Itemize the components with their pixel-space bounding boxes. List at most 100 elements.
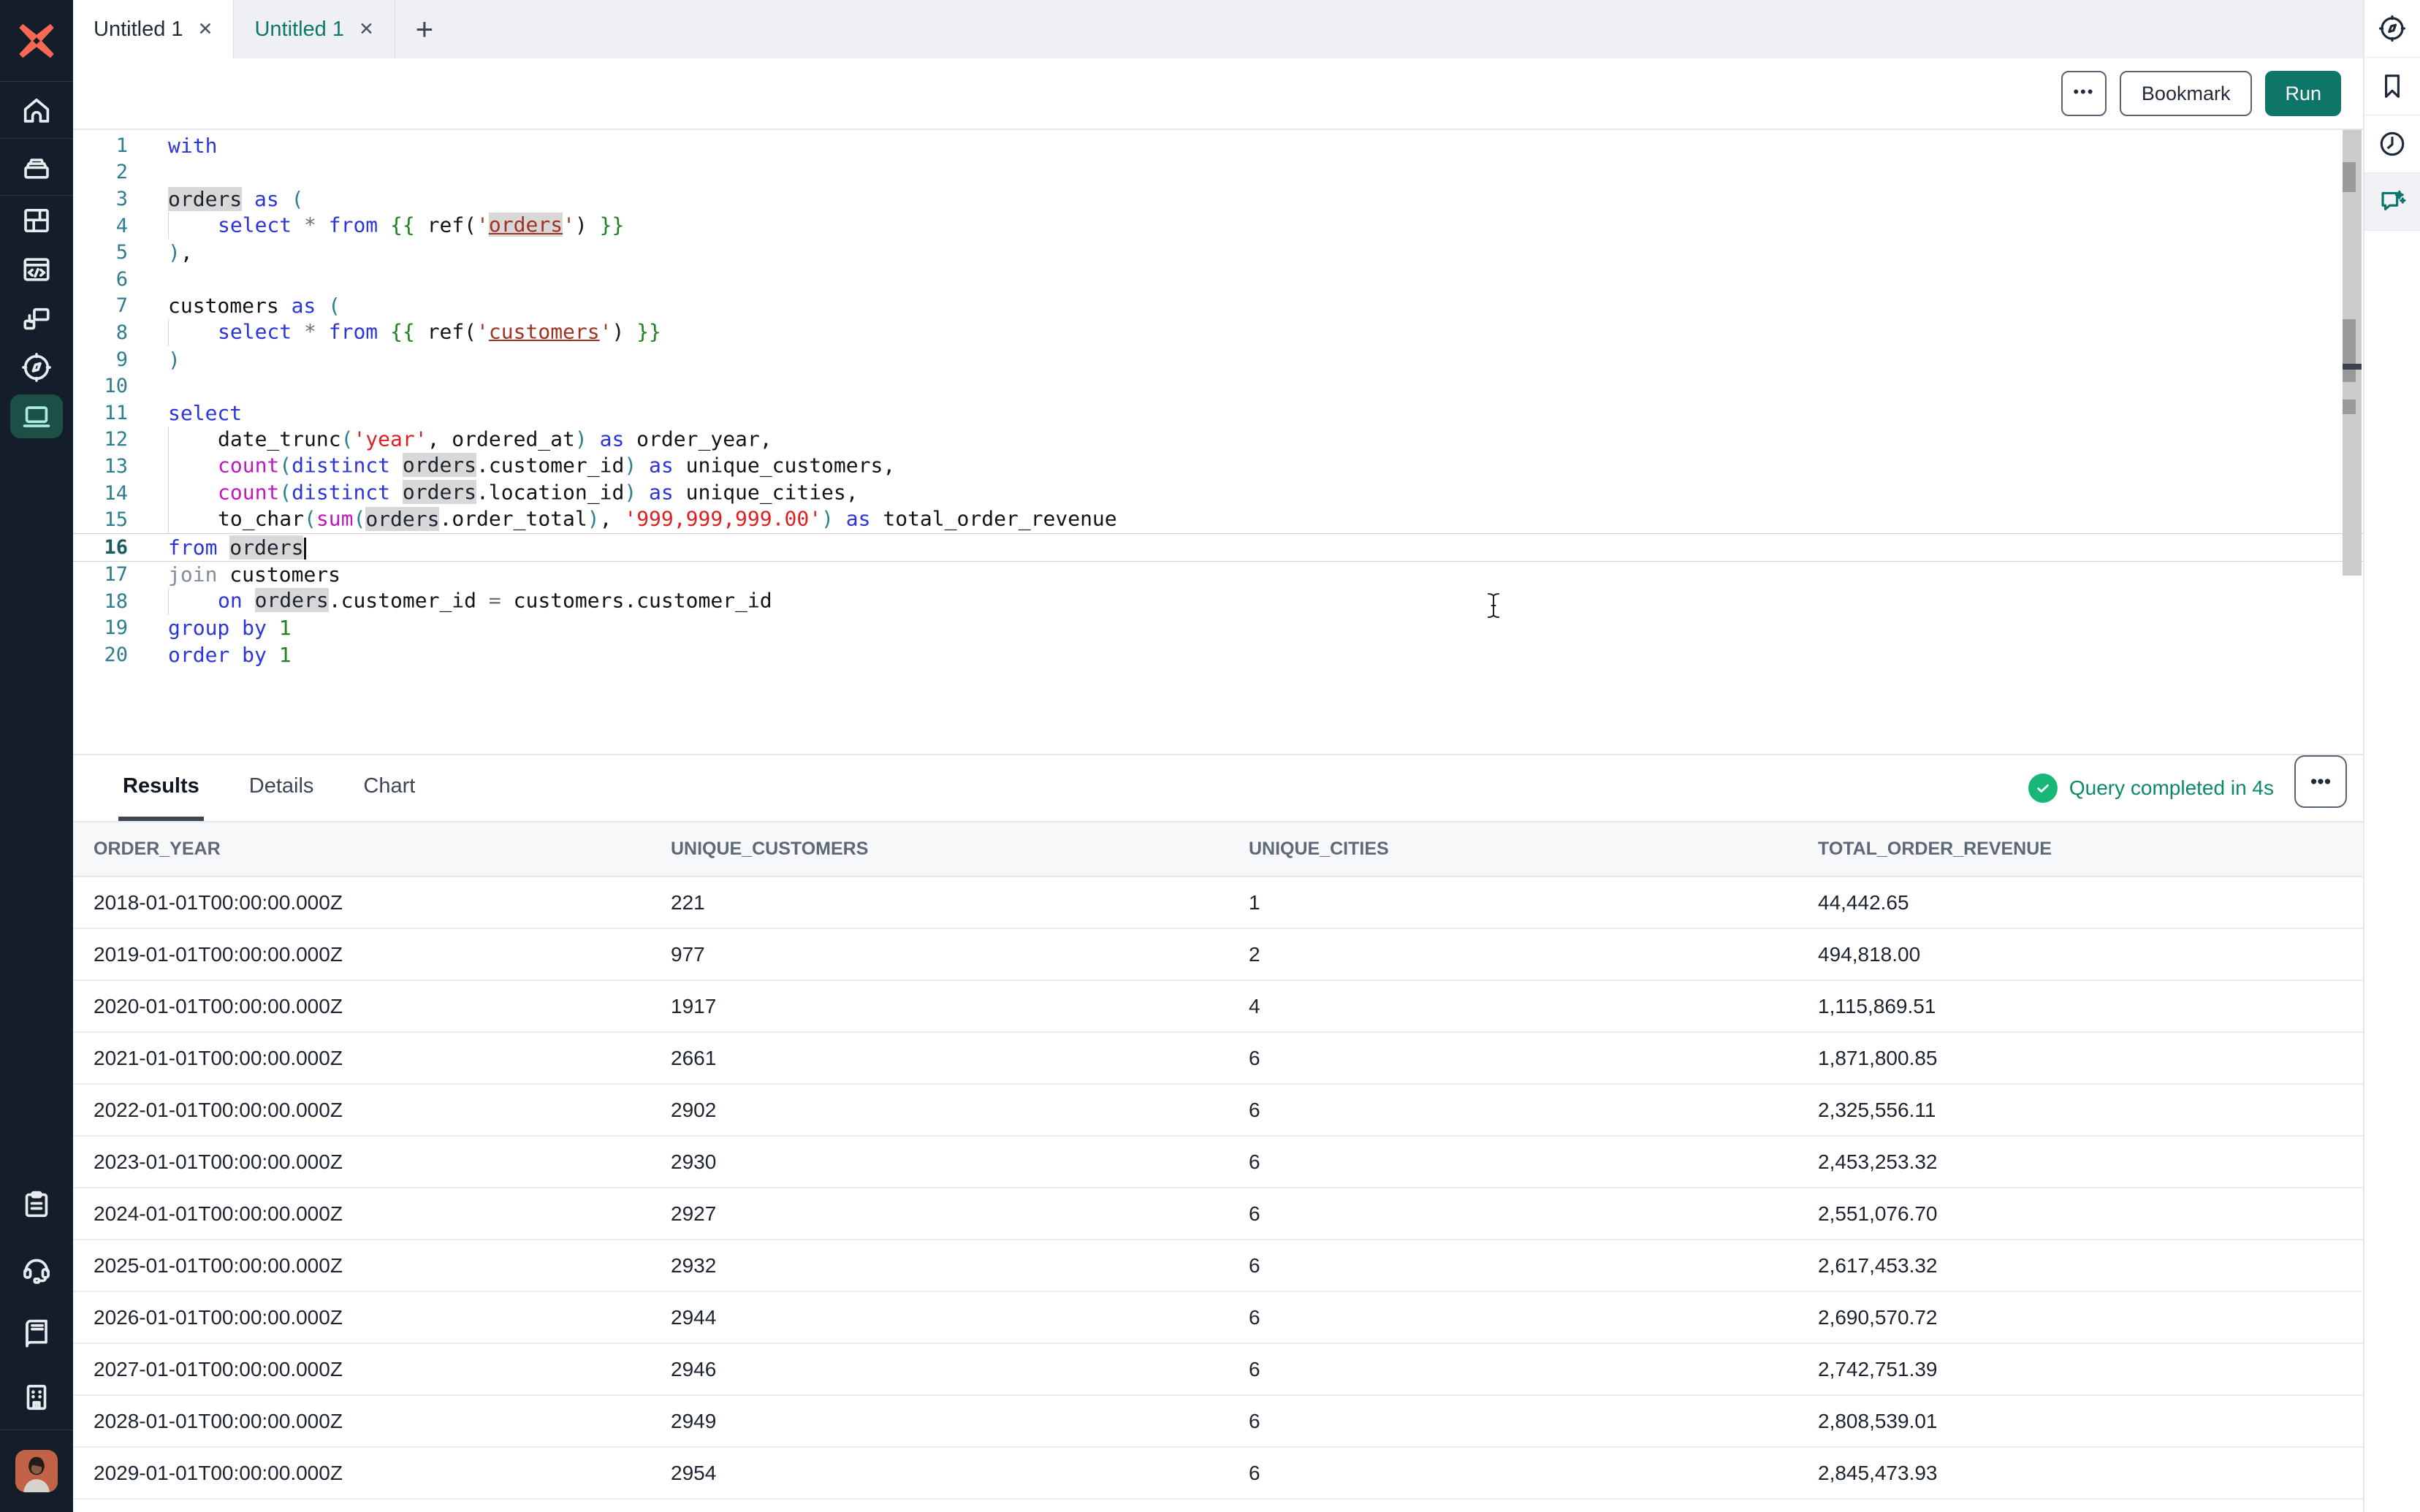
token-kw: distinct [292,480,390,504]
line-number: 17 [73,563,168,586]
sidebar-item-home[interactable] [0,82,73,138]
sidebar-item-code-editor[interactable] [0,245,73,294]
code-line-17[interactable]: 17join customers [73,562,2363,589]
paradime-logo-icon[interactable] [0,0,73,81]
right-sidebar-item-bookmarks[interactable] [2364,58,2420,115]
table-row[interactable]: 2026-01-01T00:00:00.000Z294462,690,570.7… [73,1292,2363,1344]
editor-scrollbar[interactable] [2343,130,2362,576]
column-header[interactable]: ORDER_YEAR [73,839,650,860]
token-pl [834,507,846,531]
close-tab-icon[interactable]: ✕ [198,18,213,40]
code-line-11[interactable]: 11select [73,400,2363,427]
code-line-13[interactable]: 13count(distinct orders.customer_id) as … [73,453,2363,480]
table-header-row: ORDER_YEARUNIQUE_CUSTOMERSUNIQUE_CITIEST… [73,822,2363,877]
new-tab-button[interactable]: + [395,0,454,58]
code-line-18[interactable]: 18on orders.customer_id = customers.cust… [73,588,2363,615]
main-area: Untitled 1✕Untitled 1✕+ ••• Bookmark Run… [73,0,2363,1512]
run-button[interactable]: Run [2265,71,2341,116]
right-sidebar-item-history[interactable] [2364,115,2420,173]
code-text: ), [168,240,193,264]
sidebar-item-dashboards[interactable] [0,196,73,245]
results-tab-chart[interactable]: Chart [359,755,419,821]
token-kw: from [329,319,378,343]
table-row[interactable]: 2024-01-01T00:00:00.000Z292762,551,076.7… [73,1188,2363,1240]
sidebar-item-apps[interactable] [0,294,73,343]
table-cell: 6 [1228,1358,1797,1381]
table-row[interactable]: 2019-01-01T00:00:00.000Z9772494,818.00 [73,929,2363,981]
chat-ai-icon [2377,186,2408,217]
close-tab-icon[interactable]: ✕ [359,18,374,40]
code-line-19[interactable]: 19group by 1 [73,615,2363,642]
sql-editor[interactable]: 1with23orders as (4select * from {{ ref(… [73,130,2363,754]
code-line-1[interactable]: 1with [73,132,2363,159]
code-line-5[interactable]: 5), [73,239,2363,266]
right-sidebar-item-ai-assistant[interactable] [2364,173,2420,231]
code-line-2[interactable]: 2 [73,159,2363,186]
editor-tab-1[interactable]: Untitled 1✕ [73,0,234,58]
code-line-8[interactable]: 8select * from {{ ref('customers') }} [73,319,2363,346]
column-header[interactable]: UNIQUE_CUSTOMERS [650,839,1228,860]
table-cell: 2028-01-01T00:00:00.000Z [73,1410,650,1433]
editor-tab-2[interactable]: Untitled 1 ✕ [234,0,395,58]
table-cell: 2,551,076.70 [1797,1202,2363,1226]
tab-label: Untitled 1 [254,18,344,42]
table-row[interactable]: 2029-01-01T00:00:00.000Z295462,845,473.9… [73,1448,2363,1500]
token-br: ( [292,187,304,211]
results-tab-results[interactable]: Results [118,755,204,821]
table-row[interactable]: 2018-01-01T00:00:00.000Z221144,442.65 [73,877,2363,929]
column-header[interactable]: UNIQUE_CITIES [1228,839,1797,860]
table-cell: 2018-01-01T00:00:00.000Z [73,891,650,915]
query-status-text: Query completed in 4s [2069,776,2274,800]
sidebar-item-terminal[interactable] [0,392,73,440]
code-line-12[interactable]: 12date_trunc('year', ordered_at) as orde… [73,427,2363,454]
token-pl [316,213,329,237]
table-row[interactable]: 2027-01-01T00:00:00.000Z294662,742,751.3… [73,1344,2363,1396]
token-pl [378,319,390,343]
code-text: select [168,401,242,425]
line-number: 10 [73,375,168,397]
code-line-4[interactable]: 4select * from {{ ref('orders') }} [73,213,2363,240]
column-header[interactable]: TOTAL_ORDER_REVENUE [1797,839,2363,860]
code-line-3[interactable]: 3orders as ( [73,186,2363,213]
results-tab-details[interactable]: Details [245,755,319,821]
table-cell: 2,325,556.11 [1797,1099,2363,1122]
user-avatar[interactable] [15,1450,58,1492]
sidebar-item-explore[interactable] [0,343,73,392]
line-number: 1 [73,134,168,157]
token-hl: orders [229,535,303,560]
token-kw: select [218,319,292,343]
sidebar-item-support[interactable] [0,1237,73,1301]
bookmark-button[interactable]: Bookmark [2120,71,2253,116]
code-line-15[interactable]: 15to_char(sum(orders.order_total), '999,… [73,506,2363,533]
code-text: group by 1 [168,616,292,640]
right-sidebar-item-explore[interactable] [2364,0,2420,58]
indent-guide [168,213,218,240]
table-row[interactable]: 2020-01-01T00:00:00.000Z191741,115,869.5… [73,981,2363,1033]
token-pl: , ordered_at [427,427,575,451]
table-row[interactable]: 2022-01-01T00:00:00.000Z290262,325,556.1… [73,1085,2363,1137]
code-line-10[interactable]: 10 [73,373,2363,400]
code-line-7[interactable]: 7customers as ( [73,293,2363,320]
code-line-16[interactable]: 16from orders [73,533,2363,562]
sidebar-item-projects[interactable] [0,139,73,195]
token-pl: , [180,240,193,264]
more-options-button[interactable]: ••• [2061,71,2107,116]
table-row[interactable]: 2030-01-01T00:00:00.000Z287961,841,049.3… [73,1500,2363,1512]
table-row[interactable]: 2028-01-01T00:00:00.000Z294962,808,539.0… [73,1396,2363,1448]
sidebar-item-organization[interactable] [0,1365,73,1429]
token-pl [624,319,636,343]
sidebar-item-docs[interactable] [0,1301,73,1365]
table-row[interactable]: 2023-01-01T00:00:00.000Z293062,453,253.3… [73,1137,2363,1188]
code-line-20[interactable]: 20order by 1 [73,641,2363,668]
results-more-button[interactable]: ••• [2294,755,2347,808]
code-line-9[interactable]: 9) [73,346,2363,373]
code-line-14[interactable]: 14count(distinct orders.location_id) as … [73,480,2363,507]
table-row[interactable]: 2025-01-01T00:00:00.000Z293262,617,453.3… [73,1240,2363,1292]
table-cell: 494,818.00 [1797,943,2363,966]
table-cell: 6 [1228,1254,1797,1278]
table-row[interactable]: 2021-01-01T00:00:00.000Z266161,871,800.8… [73,1033,2363,1085]
table-cell: 1917 [650,995,1228,1018]
token-hl: orders [255,588,329,612]
code-line-6[interactable]: 6 [73,266,2363,293]
sidebar-item-tasks[interactable] [0,1172,73,1237]
